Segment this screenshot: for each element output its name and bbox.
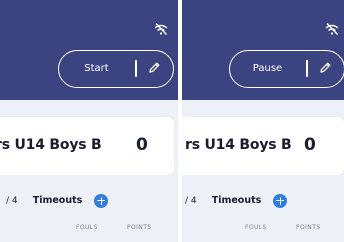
team-name: rs U14 Boys B (0, 137, 102, 153)
pencil-icon[interactable] (147, 61, 161, 75)
pill-divider (135, 60, 137, 77)
points-column-header: POINTS (296, 224, 321, 231)
pill-divider (306, 60, 308, 77)
team-card[interactable]: rs U14 Boys B 0 (0, 117, 174, 175)
timeout-count: / 4 (6, 195, 18, 206)
control-button-label: Start (84, 63, 109, 74)
points-column-header: POINTS (127, 224, 152, 231)
timeouts-label: Timeouts (32, 195, 83, 206)
scoreboard-panel-right: Pause rs U14 Boys B 0 / 4 Timeouts FOULS… (182, 0, 344, 242)
timeouts-row: / 4 Timeouts (6, 190, 109, 208)
timeouts-row: / 4 Timeouts (185, 190, 288, 208)
fouls-column-header: FOULS (245, 224, 267, 231)
pause-button[interactable]: Pause (229, 50, 344, 88)
timeout-count: / 4 (185, 195, 197, 206)
control-button-label: Pause (252, 63, 283, 74)
wifi-off-icon[interactable] (153, 22, 169, 36)
pencil-icon[interactable] (318, 61, 332, 75)
team-name: rs U14 Boys B (185, 137, 292, 153)
wifi-off-icon[interactable] (324, 22, 340, 36)
add-timeout-plus-icon[interactable] (273, 193, 288, 208)
fouls-column-header: FOULS (76, 224, 98, 231)
start-button[interactable]: Start (58, 50, 174, 88)
team-score: 0 (304, 135, 316, 155)
team-card[interactable]: rs U14 Boys B 0 (182, 117, 344, 175)
scoreboard-panel-left: Start rs U14 Boys B 0 / 4 Timeouts FOULS… (0, 0, 178, 242)
add-timeout-plus-icon[interactable] (94, 193, 109, 208)
team-score: 0 (136, 135, 148, 155)
timeouts-label: Timeouts (211, 195, 262, 206)
